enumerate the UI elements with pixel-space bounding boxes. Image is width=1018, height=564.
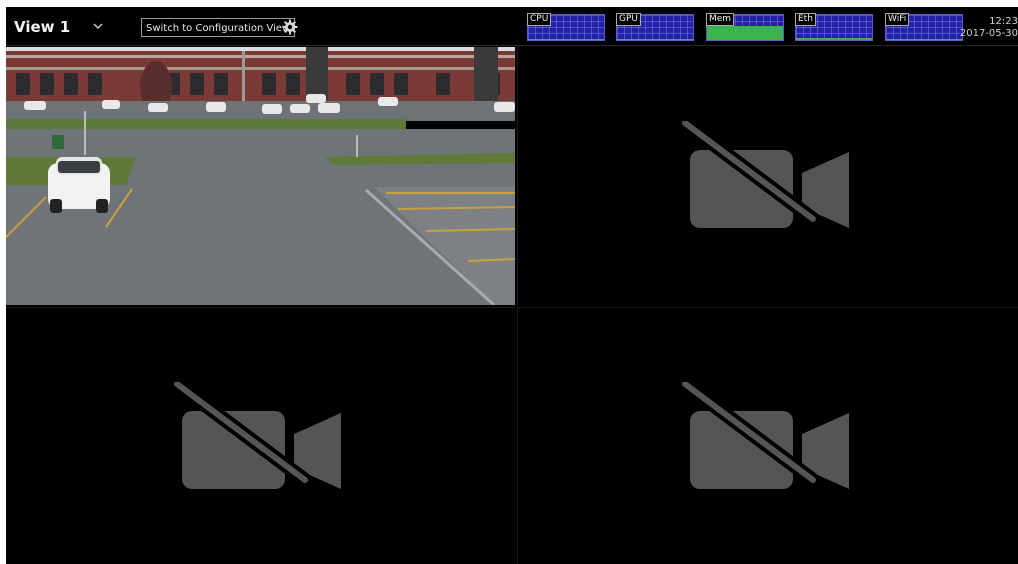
meter-label: Mem <box>706 13 735 26</box>
video-off-icon <box>680 121 849 228</box>
meter-fill <box>617 39 693 40</box>
meter-label: GPU <box>616 13 641 26</box>
meter-label: WiFi <box>885 13 910 26</box>
gear-icon[interactable] <box>282 19 298 35</box>
clock-date: 2017-05-30 <box>959 28 1018 39</box>
eth-meter: Eth <box>795 13 873 41</box>
camera-tile-4[interactable] <box>517 307 1018 564</box>
meter-fill <box>528 39 604 40</box>
mem-meter: Mem <box>706 13 784 41</box>
video-off-icon <box>172 381 341 489</box>
camera-tile-1[interactable] <box>6 47 515 305</box>
wifi-meter: WiFi <box>885 13 963 41</box>
camera-feed-image <box>6 47 515 305</box>
switch-to-configuration-button[interactable]: Switch to Configuration View <box>141 18 296 37</box>
clock: 12:23 2017-05-30 <box>960 16 1018 40</box>
meter-label: CPU <box>527 13 552 26</box>
cpu-meter: CPU <box>527 13 605 41</box>
clock-time: 12:23 <box>989 16 1018 27</box>
chevron-down-icon[interactable] <box>90 19 106 33</box>
video-off-icon <box>680 381 849 489</box>
meter-fill <box>886 39 962 40</box>
view-title: View 1 <box>14 18 71 36</box>
camera-tile-2[interactable] <box>517 47 1018 305</box>
camera-tile-3[interactable] <box>6 307 515 564</box>
app-window: View 1 Switch to Configuration View CPU … <box>6 7 1018 564</box>
meter-fill <box>796 38 872 40</box>
meter-fill <box>707 26 783 40</box>
gpu-meter: GPU <box>616 13 694 41</box>
camera-grid <box>6 47 1018 564</box>
top-toolbar: View 1 Switch to Configuration View CPU … <box>6 7 1018 46</box>
meter-label: Eth <box>795 13 816 26</box>
